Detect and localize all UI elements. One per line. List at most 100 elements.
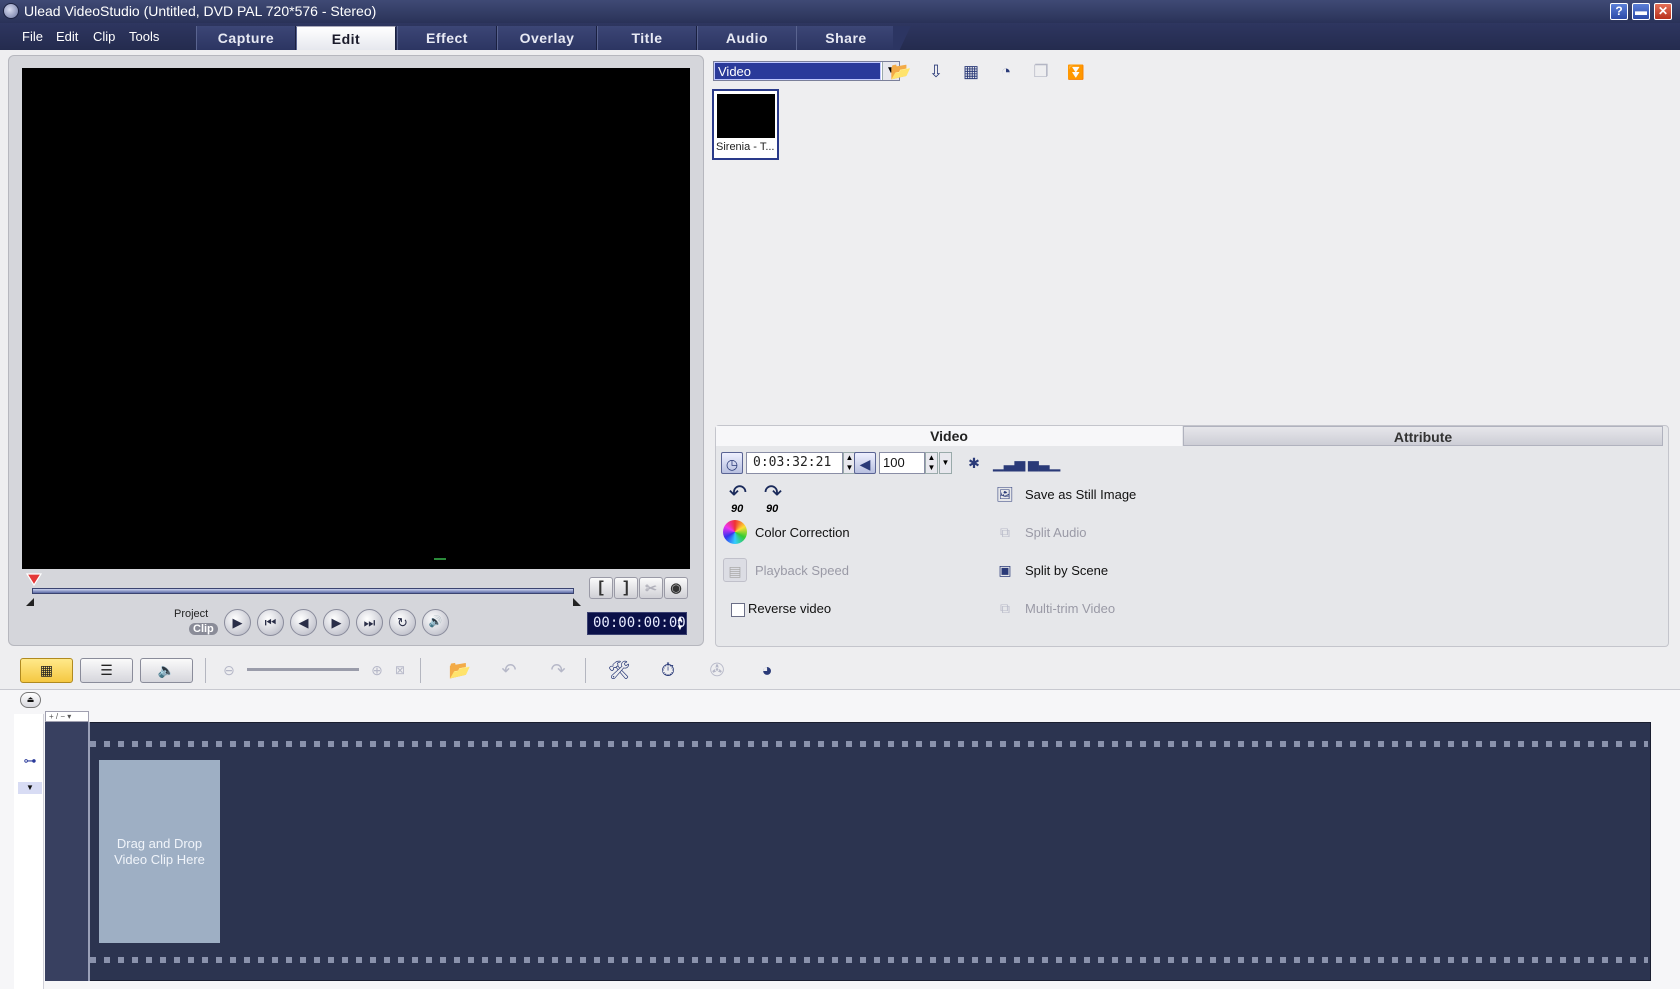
split-by-scene-button[interactable]: Split by Scene — [1025, 563, 1108, 578]
toolbar-separator — [420, 658, 421, 683]
mark-in-button[interactable]: [ — [589, 577, 613, 599]
reverse-video-checkbox[interactable] — [731, 603, 745, 617]
playback-speed-icon: ▤ — [723, 558, 747, 582]
color-wheel-icon[interactable] — [723, 520, 747, 544]
window-title: Ulead VideoStudio (Untitled, DVD PAL 720… — [24, 3, 377, 19]
playback-speed-button: Playback Speed — [755, 563, 849, 578]
menu-tools[interactable]: Tools — [129, 29, 159, 44]
film-perforation-top — [90, 741, 1648, 747]
storyboard-start-margin — [45, 722, 90, 981]
close-button[interactable]: ✕ — [1654, 3, 1672, 20]
record-capture-icon[interactable]: ⏱ — [653, 655, 683, 685]
menu-edit[interactable]: Edit — [56, 29, 78, 44]
clip-volume-icon[interactable]: ◀ — [854, 452, 876, 474]
reverse-video-label[interactable]: Reverse video — [748, 601, 831, 616]
video-duration-field[interactable]: 0:03:32:21 — [746, 452, 843, 474]
repeat-icon[interactable]: ↻ — [389, 609, 416, 636]
auto-music-icon: ✇ — [709, 660, 725, 680]
library-folder-select[interactable]: Video ▼ — [713, 61, 900, 81]
multi-trim-video-icon: ⧉ — [1000, 600, 1010, 616]
rotate-left-icon[interactable]: ↶ 90 — [723, 482, 753, 516]
menu-clip[interactable]: Clip — [93, 29, 115, 44]
zoom-slider[interactable] — [247, 668, 359, 671]
color-correction-button[interactable]: Color Correction — [755, 525, 850, 540]
trim-handle-right-icon[interactable] — [572, 597, 582, 607]
preview-screen — [22, 68, 690, 569]
insert-media-icon[interactable]: 📂 — [445, 655, 475, 685]
save-still-image-button[interactable]: Save as Still Image — [1025, 487, 1136, 502]
menu-bar: File Edit Clip Tools Capture Edit Effect… — [0, 23, 1680, 50]
storyboard-view-icon[interactable]: ▦ — [20, 658, 73, 683]
enlarge-preview-icon[interactable]: ◉ — [664, 577, 688, 599]
save-still-image-icon[interactable]: 🖼 — [993, 482, 1017, 506]
timecode-display[interactable]: 00:00:00:00 — [587, 612, 687, 635]
timecode-spin-icon[interactable]: ▲ ▼ — [674, 614, 686, 634]
fit-project-icon[interactable]: ⊠ — [385, 655, 415, 685]
drop-clip-placeholder[interactable]: Drag and Drop Video Clip Here — [99, 760, 220, 943]
undo-icon: ↶ — [501, 660, 517, 680]
jog-slider[interactable] — [32, 588, 574, 594]
tab-overlay[interactable]: Overlay — [497, 26, 597, 50]
preview-pixel-mark — [434, 558, 446, 560]
tab-bar-end — [893, 26, 917, 50]
rotate-right-icon[interactable]: ↷ 90 — [758, 482, 788, 516]
end-icon[interactable]: ⏭ — [356, 609, 383, 636]
storyboard-track[interactable] — [45, 722, 1651, 981]
tab-audio[interactable]: Audio — [697, 26, 797, 50]
thumbnail-caption: Sirenia - T... — [716, 141, 775, 153]
instant-play-icon[interactable]: ◔ — [993, 60, 1019, 84]
tab-attribute[interactable]: Attribute — [1183, 426, 1663, 446]
toolbar-separator — [585, 658, 586, 683]
minimize-button[interactable]: ▬ — [1632, 3, 1650, 20]
eject-icon[interactable]: ⏏ — [20, 692, 41, 708]
next-frame-icon[interactable]: ▶ — [323, 609, 350, 636]
cut-clip-icon[interactable]: ✂ — [639, 577, 663, 599]
scrubber-handle-icon[interactable] — [26, 573, 42, 586]
split-audio-button: Split Audio — [1025, 525, 1087, 540]
help-button[interactable]: ? — [1610, 3, 1628, 20]
surround-mixer-icon[interactable]: ◕ — [752, 655, 782, 685]
sort-library-icon[interactable]: ⇩ — [923, 60, 949, 84]
tab-edit[interactable]: Edit — [296, 26, 396, 50]
library-clip-thumbnail[interactable]: Sirenia - T... — [712, 89, 779, 160]
app-icon — [3, 3, 19, 19]
timeline-view-icon[interactable]: ☰ — [80, 658, 133, 683]
insert-media-folder-icon[interactable]: 📂 — [888, 60, 914, 84]
toolbar-separator — [205, 658, 206, 683]
title-bar: Ulead VideoStudio (Untitled, DVD PAL 720… — [0, 0, 1680, 23]
tab-title[interactable]: Title — [597, 26, 697, 50]
zoom-out-icon[interactable]: ⊖ — [214, 655, 244, 685]
library-manager-icon[interactable]: ▦ — [958, 60, 984, 84]
audio-view-icon[interactable]: 🔈 — [140, 658, 193, 683]
trim-handle-left-icon[interactable] — [25, 597, 35, 607]
clock-icon: ◷ — [721, 452, 743, 474]
volume-spin-icon[interactable]: ▲ ▼ — [925, 452, 938, 474]
menu-file[interactable]: File — [22, 29, 43, 44]
split-by-scene-icon[interactable]: ▣ — [993, 558, 1017, 582]
volume-dropdown-icon[interactable]: ▼ — [939, 452, 952, 474]
smart-proxy-icon[interactable]: 🛠 — [604, 655, 634, 685]
system-volume-icon[interactable]: 🔊 — [422, 609, 449, 636]
split-audio-icon: ⧉ — [1000, 524, 1010, 540]
fade-in-icon[interactable]: ▁▃▅ — [993, 452, 1025, 474]
play-icon[interactable]: ▶ — [224, 609, 251, 636]
multi-trim-video-button: Multi-trim Video — [1025, 601, 1116, 616]
clip-volume-field[interactable]: 100 — [879, 452, 925, 474]
batch-convert-icon: ❐ — [1033, 62, 1049, 81]
expand-options-icon[interactable]: ⏬ — [1063, 60, 1089, 84]
fade-out-icon[interactable]: ▅▃▁ — [1028, 452, 1060, 474]
track-menu-icon[interactable]: ▼ — [18, 782, 42, 794]
tab-effect[interactable]: Effect — [397, 26, 497, 50]
tab-capture[interactable]: Capture — [196, 26, 296, 50]
previous-frame-icon[interactable]: ◀ — [290, 609, 317, 636]
redo-icon: ↷ — [550, 660, 566, 680]
mark-out-button[interactable]: ] — [614, 577, 638, 599]
mute-icon[interactable]: ✱ — [963, 452, 985, 474]
ruler-control[interactable]: + / − ▾ — [45, 711, 89, 722]
home-icon[interactable]: ⏮ — [257, 609, 284, 636]
project-mode-label[interactable]: Project — [174, 608, 208, 620]
clip-mode-label[interactable]: Clip — [189, 623, 218, 635]
tab-share[interactable]: Share — [796, 26, 896, 50]
track-manager-icon[interactable]: ⊶ — [18, 753, 42, 771]
tab-video[interactable]: Video — [716, 426, 1182, 446]
